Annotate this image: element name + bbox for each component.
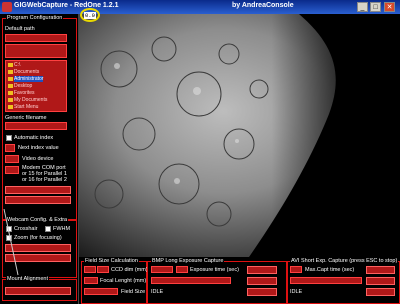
filename-input[interactable]: [5, 122, 67, 130]
window-author: by AndreaConsole: [232, 2, 294, 9]
tree-item[interactable]: C:\: [14, 62, 20, 68]
video-device-select[interactable]: [5, 155, 19, 163]
max-capt-label: Max.Capt time (sec): [305, 267, 355, 273]
app-logo-icon: [2, 2, 12, 12]
folder-icon: [8, 77, 13, 81]
avi-options-button[interactable]: [366, 288, 395, 296]
tree-item[interactable]: My Documents: [14, 97, 47, 103]
default-path-label: Default path: [5, 26, 35, 32]
window-title: GIGWebCapture - RedOne 1.2.1: [14, 2, 119, 9]
field-size-title: Field Size Calculation: [84, 258, 139, 264]
modem-port-select[interactable]: [5, 166, 19, 174]
tree-item[interactable]: Start Menu: [14, 104, 38, 110]
bmp-options-button[interactable]: [247, 288, 277, 296]
max-capt-input[interactable]: [290, 266, 302, 273]
folder-icon: [8, 105, 13, 109]
tree-item[interactable]: Favorites: [14, 90, 35, 96]
mount-alignment-title: Mount Alignment: [6, 276, 49, 282]
maximize-button[interactable]: □: [370, 2, 381, 12]
next-index-label: Next index value: [18, 145, 59, 151]
ccd-dim-label: CCD dim (mm): [111, 267, 148, 273]
exposure-time-input[interactable]: [176, 266, 188, 273]
zoom-readout: 0.0: [84, 12, 96, 19]
ccd-dim-h-input[interactable]: [97, 266, 109, 273]
mount-alignment-button[interactable]: [5, 287, 71, 295]
field-size-label: Field Size: [121, 289, 146, 295]
field-size-output: [84, 288, 118, 295]
config-button-1[interactable]: [5, 186, 71, 194]
path-display[interactable]: [5, 44, 67, 58]
folder-icon: [8, 98, 13, 102]
folder-tree[interactable]: C:\ Documents Administrator Desktop Favo…: [5, 60, 67, 112]
drive-select[interactable]: [5, 34, 67, 42]
left-panel: Program Configuration Default path C:\ D…: [0, 14, 79, 304]
bmp-stop-button[interactable]: [247, 277, 277, 285]
minimize-button[interactable]: _: [357, 2, 368, 12]
avi-status: IDLE: [290, 289, 303, 295]
automatic-index-label: Automatic index: [14, 135, 54, 141]
video-device-label: Video device: [22, 156, 54, 162]
focal-length-input[interactable]: [84, 277, 98, 284]
folder-icon: [8, 63, 13, 67]
folder-icon: [8, 84, 13, 88]
tree-item-selected[interactable]: Administrator: [14, 76, 44, 82]
config-button-2[interactable]: [5, 196, 71, 204]
bottom-panel: Field Size Calculation CCD dim (mm) Foca…: [79, 257, 400, 304]
moon-image: [79, 14, 400, 257]
bmp-capture-title: BMP Long Exposure Capture: [151, 258, 225, 264]
parallel2-label: or 16 for Parallel 2: [22, 177, 67, 183]
avi-progress: [290, 277, 362, 284]
avi-start-button[interactable]: [366, 266, 395, 274]
focal-length-label: Focal Lenght (mm): [100, 278, 147, 284]
exposure-time-label: Exposure time (sec): [190, 267, 239, 273]
bmp-status: IDLE: [151, 289, 164, 295]
automatic-index-checkbox[interactable]: [6, 135, 12, 141]
avi-capture-title: AVI Short Exp. Capture (press ESC to sto…: [290, 258, 399, 264]
alignment-leader-line: [3, 209, 19, 276]
close-button[interactable]: ✕: [384, 2, 395, 12]
bmp-progress: [151, 277, 231, 284]
ccd-dim-w-input[interactable]: [84, 266, 96, 273]
bmp-mode-select[interactable]: [151, 266, 173, 273]
generic-filename-label: Generic filename: [5, 115, 47, 121]
program-config-title: Program Configuration: [6, 15, 64, 21]
tree-item[interactable]: Documents: [14, 69, 39, 75]
folder-icon: [8, 91, 13, 95]
next-index-input[interactable]: [5, 144, 15, 152]
folder-icon: [8, 70, 13, 74]
bmp-start-button[interactable]: [247, 266, 277, 274]
title-bar: GIGWebCapture - RedOne 1.2.1 by AndreaCo…: [0, 0, 400, 14]
live-video-preview: [79, 14, 400, 257]
avi-stop-button[interactable]: [366, 277, 395, 285]
tree-item[interactable]: Desktop: [14, 83, 32, 89]
